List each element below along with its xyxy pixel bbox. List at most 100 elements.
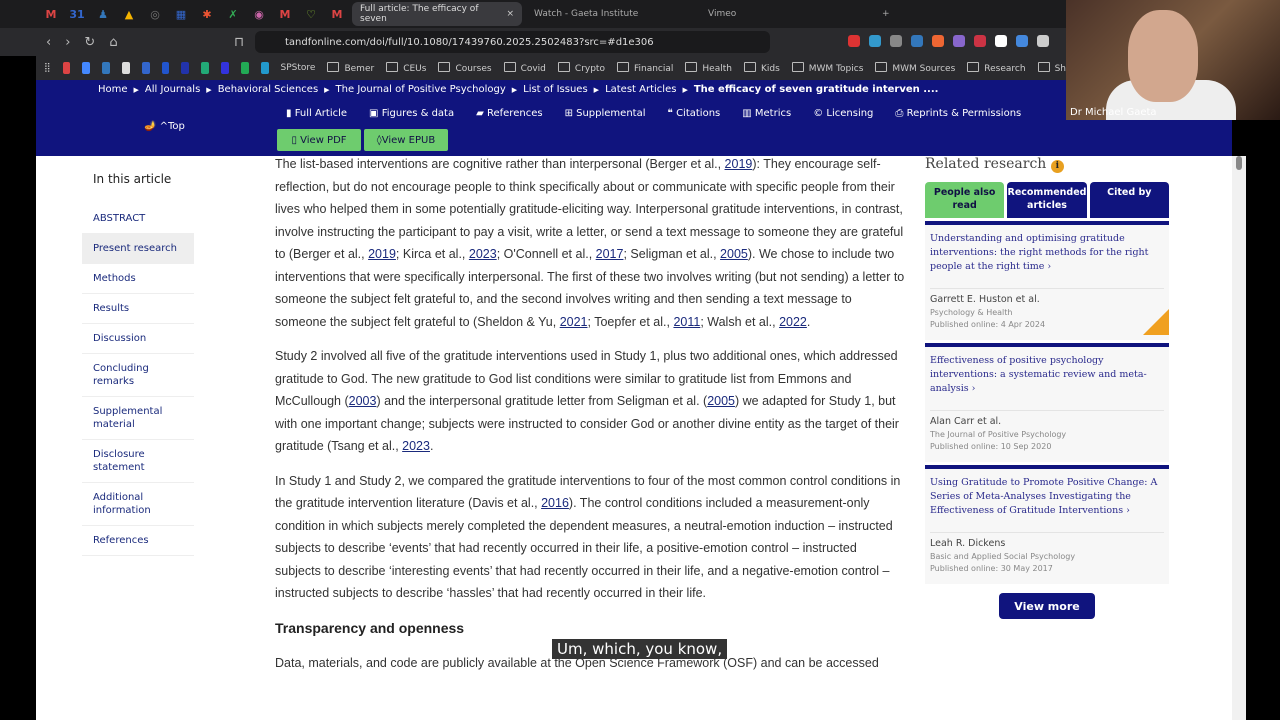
toc-link[interactable]: Discussion (82, 324, 194, 354)
breadcrumb-link[interactable]: Latest Articles (605, 84, 676, 95)
citation-link[interactable]: 2016 (541, 496, 569, 510)
tab-icon: ⊞ (564, 108, 577, 119)
article-tab[interactable]: ▣ Figures & data (369, 108, 454, 119)
citation-link[interactable]: 2005 (707, 394, 735, 408)
breadcrumb-separator-icon: ▶ (324, 86, 330, 94)
browser-tab[interactable]: Full article: The efficacy of seven × (352, 2, 522, 26)
back-to-top[interactable]: 🪔 ^Top (144, 121, 185, 132)
related-tab[interactable]: Recommended articles (1007, 182, 1087, 218)
citation-link[interactable]: 2003 (349, 394, 377, 408)
bookmark[interactable]: MWM Topics (792, 62, 864, 74)
related-card: Using Gratitude to Promote Positive Chan… (925, 465, 1169, 584)
related-title-link[interactable]: Effectiveness of positive psychology int… (930, 354, 1164, 406)
home-icon[interactable]: ⌂ (109, 35, 117, 50)
view-pdf-button[interactable]: ▯ View PDF (277, 129, 361, 151)
pinned-tab[interactable]: ♡ (300, 3, 322, 25)
pinned-tab[interactable]: ◉ (248, 3, 270, 25)
view-epub-button[interactable]: ◊ View EPUB (364, 129, 448, 151)
citation-link[interactable]: 2023 (469, 247, 497, 261)
breadcrumb-link[interactable]: List of Issues (523, 84, 588, 95)
citation-link[interactable]: 2022 (779, 315, 807, 329)
pinned-tab[interactable]: M (40, 3, 62, 25)
bookmark-icon[interactable]: ⊓ (234, 35, 244, 50)
reload-icon[interactable]: ↻ (84, 35, 95, 50)
related-title-link[interactable]: Understanding and optimising gratitude i… (930, 232, 1164, 284)
article-tab[interactable]: ▥ Metrics (742, 108, 791, 119)
scrollbar[interactable] (1232, 156, 1246, 720)
toc-link[interactable]: ABSTRACT (82, 204, 194, 234)
browser-tab[interactable]: Watch - Gaeta Institute (526, 2, 696, 26)
toc-link[interactable]: Methods (82, 264, 194, 294)
text: ): They encourage self-reflection, but d… (275, 157, 904, 261)
bookmark[interactable]: Covid (504, 62, 546, 74)
chevron-right-icon: › (1123, 505, 1130, 516)
tab-icon: ▮ (286, 108, 295, 119)
toc-link[interactable]: References (82, 526, 194, 556)
breadcrumb-link[interactable]: Home (98, 84, 128, 95)
info-icon[interactable]: i (1050, 160, 1064, 173)
bookmark[interactable]: CEUs (386, 62, 426, 74)
toc-link[interactable]: Supplemental material (82, 397, 194, 440)
tab-label: Figures & data (381, 108, 455, 119)
address-bar: ‹ › ↻ ⌂ ⊓ tandfonline.com/doi/full/10.10… (0, 28, 1066, 56)
citation-link[interactable]: 2005 (720, 247, 748, 261)
browser-tab[interactable]: Vimeo (700, 2, 870, 26)
tab-label: Licensing (826, 108, 874, 119)
url-input[interactable]: tandfonline.com/doi/full/10.1080/1743976… (255, 31, 770, 53)
related-title-link[interactable]: Using Gratitude to Promote Positive Chan… (930, 476, 1164, 528)
article-tab[interactable]: ⎙ Reprints & Permissions (895, 108, 1021, 119)
bookmark[interactable]: Crypto (558, 62, 605, 74)
pinned-tab[interactable]: M (274, 3, 296, 25)
toc-link[interactable]: Disclosure statement (82, 440, 194, 483)
new-tab-button[interactable]: + (874, 2, 904, 26)
bookmark[interactable]: Health (685, 62, 732, 74)
related-tab[interactable]: Cited by (1089, 182, 1169, 218)
apps-icon[interactable]: ⣿ (44, 63, 51, 73)
citation-link[interactable]: 2023 (402, 439, 430, 453)
bookmark[interactable]: MWM Sources (875, 62, 955, 74)
pinned-tab[interactable]: ▦ (170, 3, 192, 25)
bookmark[interactable]: Courses (438, 62, 491, 74)
article-tab[interactable]: ▰ References (476, 108, 542, 119)
toc-link[interactable]: Concluding remarks (82, 354, 194, 397)
article-tab[interactable]: ⊞ Supplemental (565, 108, 646, 119)
toc-link[interactable]: Additional information (82, 483, 194, 526)
close-tab-icon[interactable]: × (506, 9, 514, 19)
related-tab[interactable]: People also read (925, 182, 1005, 218)
article-tab[interactable]: ❝ Citations (668, 108, 721, 119)
bookmark[interactable]: Bemer (327, 62, 374, 74)
citation-link[interactable]: 2019 (368, 247, 396, 261)
citation-link[interactable]: 2019 (725, 157, 753, 171)
view-more-button[interactable]: View more (999, 593, 1095, 619)
breadcrumb-link[interactable]: The Journal of Positive Psychology (336, 84, 506, 95)
bookmark[interactable]: Kids (744, 62, 780, 74)
toc-link[interactable]: Present research (82, 234, 194, 264)
journal: Psychology & Health (930, 308, 1013, 317)
citation-link[interactable]: 2017 (596, 247, 624, 261)
bookmark[interactable]: Financial (617, 62, 673, 74)
pinned-tab[interactable]: M (326, 3, 348, 25)
pinned-tab[interactable]: ♟ (92, 3, 114, 25)
breadcrumb-link[interactable]: All Journals (145, 84, 200, 95)
forward-icon[interactable]: › (65, 35, 70, 50)
pinned-tab[interactable]: ✱ (196, 3, 218, 25)
breadcrumb-link[interactable]: Behavioral Sciences (218, 84, 318, 95)
citation-link[interactable]: 2021 (560, 315, 588, 329)
bookmark[interactable]: Sh (1038, 62, 1066, 74)
pinned-tab[interactable]: ✗ (222, 3, 244, 25)
bookmark[interactable]: Research (967, 62, 1025, 74)
text: . (429, 439, 434, 453)
bookmark[interactable]: SPStore (281, 63, 316, 73)
toc-link[interactable]: Results (82, 294, 194, 324)
back-icon[interactable]: ‹ (46, 35, 51, 50)
pinned-tab[interactable]: 31 (66, 3, 88, 25)
article-tab[interactable]: ▮ Full Article (286, 108, 347, 119)
pinned-tab[interactable]: ▲ (118, 3, 140, 25)
text: ; O'Connell et al., (496, 247, 596, 261)
citation-link[interactable]: 2011 (673, 315, 700, 329)
lamp-icon: 🪔 (144, 121, 157, 132)
article-tab[interactable]: © Licensing (813, 108, 873, 119)
pinned-tab[interactable]: ◎ (144, 3, 166, 25)
text: ; Toepfer et al., (587, 314, 674, 329)
text: The list-based interventions are cogniti… (275, 157, 725, 171)
